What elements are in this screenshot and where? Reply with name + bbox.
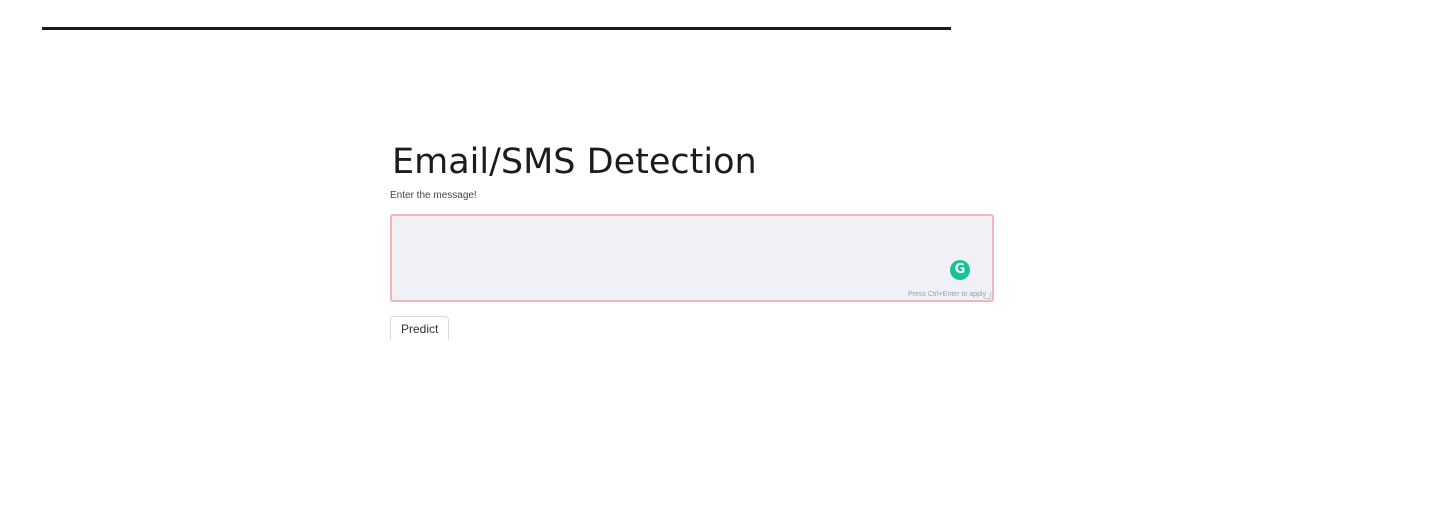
message-input-label: Enter the message! xyxy=(390,190,477,201)
top-divider xyxy=(42,27,951,30)
grammarly-icon[interactable]: G xyxy=(950,260,970,280)
predict-button[interactable]: Predict xyxy=(390,316,450,340)
page-title: Email/SMS Detection xyxy=(392,142,757,182)
app-container: Email/SMS Detection Enter the message! G… xyxy=(390,138,994,340)
message-input[interactable] xyxy=(392,216,992,300)
resize-handle[interactable] xyxy=(984,292,991,299)
message-input-wrapper: G Press Ctrl+Enter to apply xyxy=(390,214,994,302)
apply-hint: Press Ctrl+Enter to apply xyxy=(907,291,986,298)
